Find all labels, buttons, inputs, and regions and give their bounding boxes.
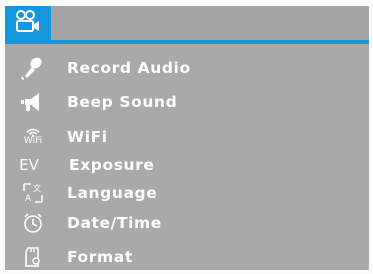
menu-item-wifi[interactable]: WiFi WiFi <box>5 123 369 151</box>
sd-card-icon <box>19 243 47 270</box>
wifi-icon-text: WiFi <box>23 136 43 146</box>
video-camera-icon <box>15 10 41 36</box>
menu-item-date-time[interactable]: Date/Time <box>5 209 369 237</box>
menu-label-language: Language <box>67 184 158 202</box>
header-accent-line <box>5 40 369 44</box>
settings-screen: Record Audio Beep Sound WiFi WiFi EV Exp… <box>5 6 369 270</box>
menu-item-language[interactable]: 文 A Language <box>5 179 369 207</box>
clock-icon <box>19 209 47 237</box>
speaker-icon <box>19 88 47 116</box>
video-mode-tab[interactable] <box>5 6 51 40</box>
menu-item-beep-sound[interactable]: Beep Sound <box>5 88 369 116</box>
menu-label-format: Format <box>67 248 133 266</box>
menu-label-exposure: Exposure <box>69 156 155 174</box>
menu-item-exposure[interactable]: EV Exposure <box>5 151 369 179</box>
device-frame: Record Audio Beep Sound WiFi WiFi EV Exp… <box>0 0 373 274</box>
svg-text:文: 文 <box>33 183 41 193</box>
language-icon: 文 A <box>19 179 47 207</box>
menu-label-record-audio: Record Audio <box>67 59 191 77</box>
menu-item-record-audio[interactable]: Record Audio <box>5 54 369 82</box>
svg-text:A: A <box>25 194 32 204</box>
menu-item-format[interactable]: Format <box>5 243 369 270</box>
menu-label-date-time: Date/Time <box>67 214 162 232</box>
menu-label-wifi: WiFi <box>67 128 108 146</box>
wifi-icon: WiFi <box>19 123 47 151</box>
exposure-icon-text: EV <box>19 156 39 174</box>
menu-label-beep-sound: Beep Sound <box>67 93 178 111</box>
microphone-icon <box>19 54 47 82</box>
exposure-icon: EV <box>15 151 43 179</box>
top-bar <box>5 6 369 44</box>
